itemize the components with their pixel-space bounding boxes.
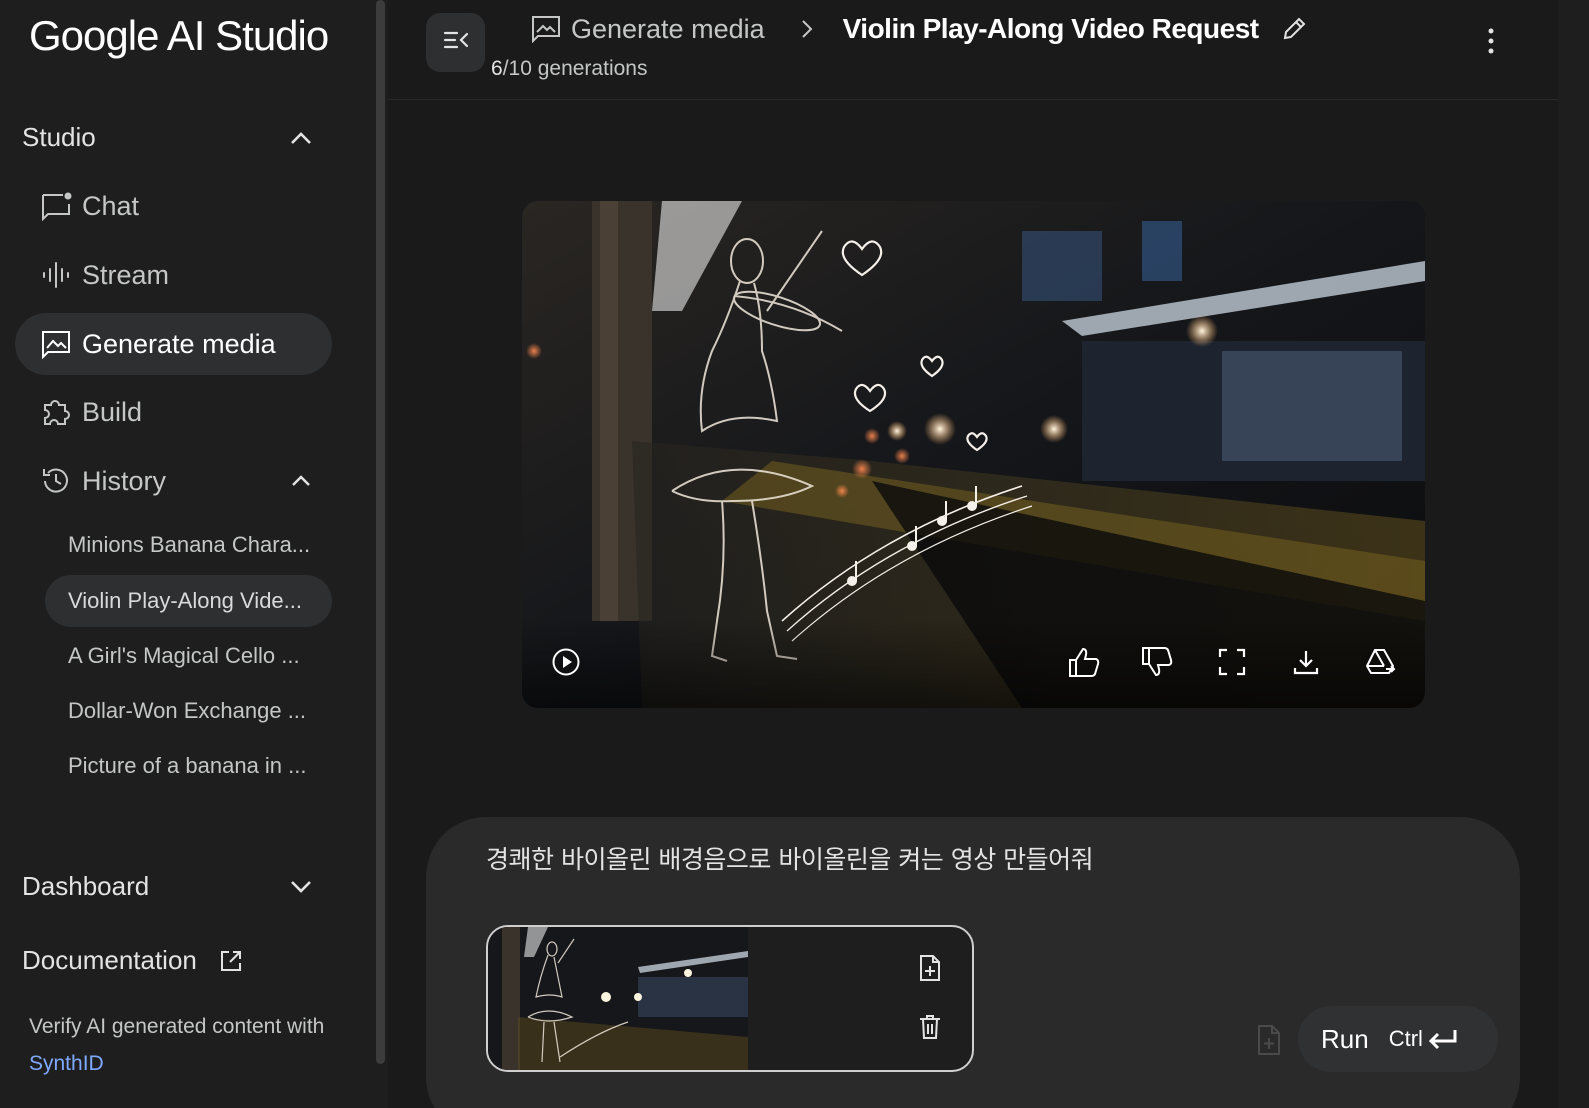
breadcrumb: Generate media Violin Play-Along Video R…: [531, 10, 1307, 48]
history-item[interactable]: A Girl's Magical Cello ...: [45, 630, 332, 682]
image-icon: [39, 327, 73, 361]
thumbnail-image: [488, 927, 748, 1070]
page-header: Generate media Violin Play-Along Video R…: [388, 0, 1558, 100]
sidebar-item-history[interactable]: History: [15, 450, 315, 512]
generated-video[interactable]: [522, 201, 1425, 708]
sidebar-item-chat[interactable]: Chat: [15, 175, 332, 237]
thumbs-up-icon[interactable]: [1066, 644, 1102, 680]
app-logo[interactable]: Google AI Studio: [29, 12, 329, 60]
more-options-icon[interactable]: [1481, 26, 1501, 56]
fullscreen-icon[interactable]: [1214, 644, 1250, 680]
stream-icon: [39, 258, 73, 292]
external-link-icon: [219, 949, 243, 973]
collapse-menu-icon: [443, 30, 469, 55]
sidebar-item-generate-media[interactable]: Generate media: [15, 313, 332, 375]
chevron-right-icon: [801, 19, 813, 39]
documentation-link[interactable]: Documentation: [22, 945, 243, 976]
sidebar-item-label: Stream: [82, 259, 170, 290]
dashboard-label: Dashboard: [22, 871, 150, 901]
history-item[interactable]: Dollar-Won Exchange ...: [45, 685, 332, 737]
thumbs-down-icon[interactable]: [1139, 644, 1175, 680]
synthid-note: Verify AI generated content with SynthID: [29, 1008, 359, 1082]
play-icon[interactable]: [548, 644, 584, 680]
add-file-icon[interactable]: [915, 953, 945, 983]
chevron-up-icon: [290, 470, 312, 492]
synthid-link[interactable]: SynthID: [29, 1052, 104, 1075]
save-to-drive-icon[interactable]: [1362, 644, 1398, 680]
scrollbar-thumb[interactable]: [376, 0, 385, 1064]
sidebar-item-label: Generate media: [82, 328, 276, 359]
history-item[interactable]: Violin Play-Along Vide...: [45, 575, 332, 627]
verify-text: Verify AI generated content with: [29, 1015, 325, 1038]
dashboard-section-header[interactable]: Dashboard: [22, 871, 312, 902]
chat-icon: [39, 189, 73, 223]
history-item[interactable]: Minions Banana Chara...: [45, 519, 332, 571]
sidebar-scrollbar[interactable]: [372, 0, 388, 1108]
page-title: Violin Play-Along Video Request: [842, 13, 1259, 44]
prompt-input[interactable]: 경쾌한 바이올린 배경음으로 바이올린을 켜는 영상 만들어줘: [486, 840, 1094, 876]
run-label: Run: [1321, 1023, 1369, 1054]
run-button[interactable]: Run Ctrl: [1298, 1006, 1498, 1072]
attached-video-thumbnail[interactable]: [488, 927, 748, 1070]
sidebar-item-build[interactable]: Build: [15, 381, 332, 443]
sidebar-item-stream[interactable]: Stream: [15, 244, 332, 306]
generation-count: 6/10 generations: [491, 57, 647, 81]
studio-section-header[interactable]: Studio: [22, 122, 312, 153]
right-edge-panel: [1558, 0, 1589, 1108]
delete-icon[interactable]: [915, 1012, 945, 1042]
chevron-up-icon: [290, 127, 312, 149]
download-icon[interactable]: [1288, 644, 1324, 680]
toggle-sidebar-button[interactable]: [426, 13, 485, 72]
history-icon: [39, 464, 73, 498]
generations-used: 6: [491, 57, 503, 80]
enter-key-icon: [1428, 1030, 1457, 1050]
documentation-label: Documentation: [22, 945, 197, 975]
build-icon: [39, 395, 73, 429]
breadcrumb-parent[interactable]: Generate media: [571, 14, 765, 45]
sidebar-item-label: History: [82, 465, 167, 496]
generations-total: /10 generations: [502, 57, 648, 80]
edit-pencil-icon[interactable]: [1281, 16, 1307, 42]
insert-file-icon[interactable]: [1256, 1024, 1282, 1056]
keyboard-shortcut: Ctrl: [1389, 1026, 1459, 1052]
studio-label: Studio: [22, 122, 96, 152]
shortcut-label: Ctrl: [1388, 1026, 1423, 1051]
sidebar: Google AI Studio Studio Chat Stream Gene…: [0, 0, 372, 1108]
chevron-down-icon: [290, 876, 312, 898]
sidebar-item-label: Build: [82, 396, 143, 427]
attached-media-card[interactable]: [486, 925, 974, 1072]
history-item[interactable]: Picture of a banana in ...: [45, 740, 332, 792]
sidebar-item-label: Chat: [82, 190, 140, 221]
image-icon: [531, 15, 561, 43]
